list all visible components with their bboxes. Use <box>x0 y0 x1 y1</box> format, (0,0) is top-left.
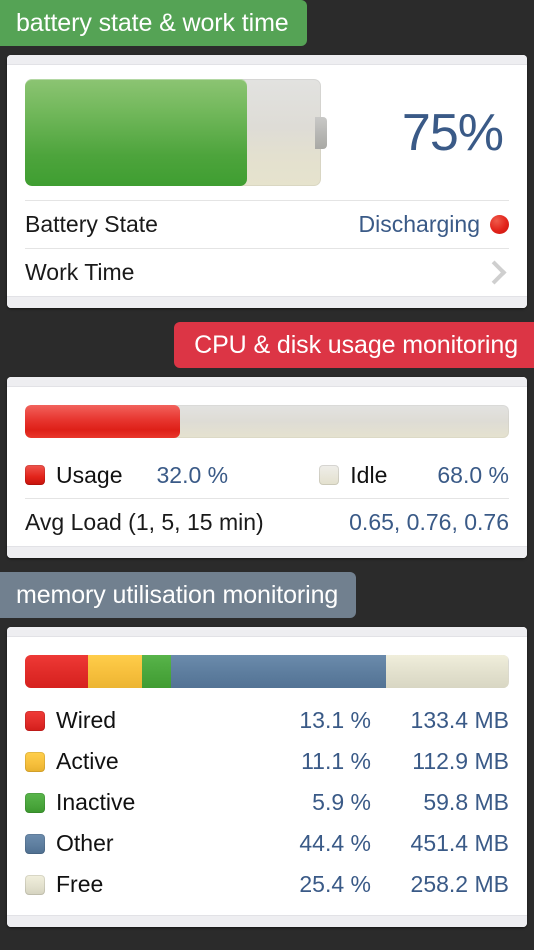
other-swatch-icon <box>25 833 45 854</box>
memory-row-label: Active <box>56 748 119 774</box>
memory-segment-inactive <box>142 655 171 688</box>
panel-bottom-strip <box>7 915 527 927</box>
battery-gauge: 75% <box>25 65 509 200</box>
row-avg-load: Avg Load (1, 5, 15 min) 0.65, 0.76, 0.76 <box>25 499 509 546</box>
cpu-panel-body: Usage 32.0 % Idle 68.0 % Avg Load (1, 5,… <box>7 405 527 546</box>
work-time-label: Work Time <box>25 259 135 285</box>
usage-swatch-icon <box>25 465 45 485</box>
cpu-usage-fill <box>25 405 180 438</box>
legend-item-usage: Usage <box>25 462 122 489</box>
battery-fill <box>25 79 247 186</box>
battery-header-row: battery state & work time <box>0 0 534 46</box>
section-header-cpu: CPU & disk usage monitoring <box>174 322 534 368</box>
chevron-right-icon[interactable] <box>482 260 507 285</box>
legend-value-usage: 32.0 % <box>156 461 229 488</box>
memory-row-percent: 13.1 % <box>299 707 371 733</box>
memory-legend-list: Wired 13.1 % 133.4 MB Active 11.1 % 112.9 MB I… <box>25 700 509 905</box>
memory-panel: Wired 13.1 % 133.4 MB Active 11.1 % 112.9 MB I… <box>7 627 527 927</box>
panel-bottom-strip <box>7 296 527 308</box>
memory-row-percent: 44.4 % <box>299 830 371 856</box>
panel-bottom-strip <box>7 546 527 558</box>
memory-row: Active 11.1 % 112.9 MB <box>25 741 509 782</box>
inactive-swatch-icon <box>25 792 45 813</box>
battery-state-value: Discharging <box>358 211 480 237</box>
wired-swatch-icon <box>25 710 45 731</box>
memory-row: Inactive 5.9 % 59.8 MB <box>25 782 509 823</box>
legend-label-idle: Idle <box>350 461 388 488</box>
memory-segment-other <box>170 655 386 688</box>
panel-top-strip <box>7 55 527 65</box>
app-screen: battery state & work time 75% Battery St… <box>0 0 534 950</box>
memory-row-label: Other <box>56 830 114 856</box>
memory-row-label: Free <box>56 871 104 897</box>
panel-top-strip <box>7 377 527 387</box>
battery-percent-label: 75% <box>401 103 504 162</box>
battery-panel: 75% Battery State Discharging Work Time <box>7 55 527 308</box>
work-time-value-group <box>482 260 509 285</box>
memory-row-label: Inactive <box>56 789 136 815</box>
battery-terminal-icon <box>315 117 327 149</box>
memory-row-size: 133.4 MB <box>410 707 509 733</box>
memory-row-percent: 11.1 % <box>301 748 371 774</box>
memory-row-size: 451.4 MB <box>410 830 509 856</box>
memory-row: Free 25.4 % 258.2 MB <box>25 864 509 905</box>
discharging-status-icon <box>490 215 509 234</box>
memory-row-size: 112.9 MB <box>412 748 509 774</box>
memory-row-size: 258.2 MB <box>410 871 509 897</box>
battery-shell <box>25 79 321 186</box>
cpu-panel: Usage 32.0 % Idle 68.0 % Avg Load (1, 5,… <box>7 377 527 558</box>
memory-segment-free <box>385 655 509 688</box>
battery-state-label: Battery State <box>25 211 158 237</box>
active-swatch-icon <box>25 751 45 772</box>
memory-row-label: Wired <box>56 707 117 733</box>
cpu-legend: Usage 32.0 % Idle 68.0 % <box>25 452 509 499</box>
legend-value-idle: 68.0 % <box>437 461 509 488</box>
cpu-header-row: CPU & disk usage monitoring <box>0 322 534 368</box>
memory-panel-body: Wired 13.1 % 133.4 MB Active 11.1 % 112.9 MB I… <box>7 655 527 915</box>
memory-usage-bar <box>25 655 509 688</box>
battery-icon <box>25 79 327 186</box>
battery-state-value-group: Discharging <box>359 211 509 238</box>
memory-row-percent: 25.4 % <box>299 871 371 897</box>
panel-top-strip <box>7 627 527 637</box>
memory-row: Other 44.4 % 451.4 MB <box>25 823 509 864</box>
memory-row: Wired 13.1 % 133.4 MB <box>25 700 509 741</box>
free-swatch-icon <box>25 874 45 895</box>
legend-item-idle: Idle <box>319 462 387 489</box>
avg-load-label: Avg Load (1, 5, 15 min) <box>25 509 264 535</box>
memory-segment-active <box>88 655 143 688</box>
idle-swatch-icon <box>319 465 340 485</box>
section-header-memory: memory utilisation monitoring <box>0 572 357 618</box>
memory-header-row: memory utilisation monitoring <box>0 572 534 618</box>
legend-label-usage: Usage <box>56 461 123 488</box>
row-battery-state[interactable]: Battery State Discharging <box>25 200 509 248</box>
memory-row-percent: 5.9 % <box>312 789 371 815</box>
battery-panel-body: 75% Battery State Discharging Work Time <box>7 65 527 296</box>
section-header-battery: battery state & work time <box>0 0 307 46</box>
memory-segment-wired <box>25 655 89 688</box>
avg-load-value: 0.65, 0.76, 0.76 <box>349 509 509 535</box>
cpu-usage-bar <box>25 405 509 438</box>
memory-row-size: 59.8 MB <box>423 789 509 815</box>
row-work-time[interactable]: Work Time <box>25 248 509 296</box>
